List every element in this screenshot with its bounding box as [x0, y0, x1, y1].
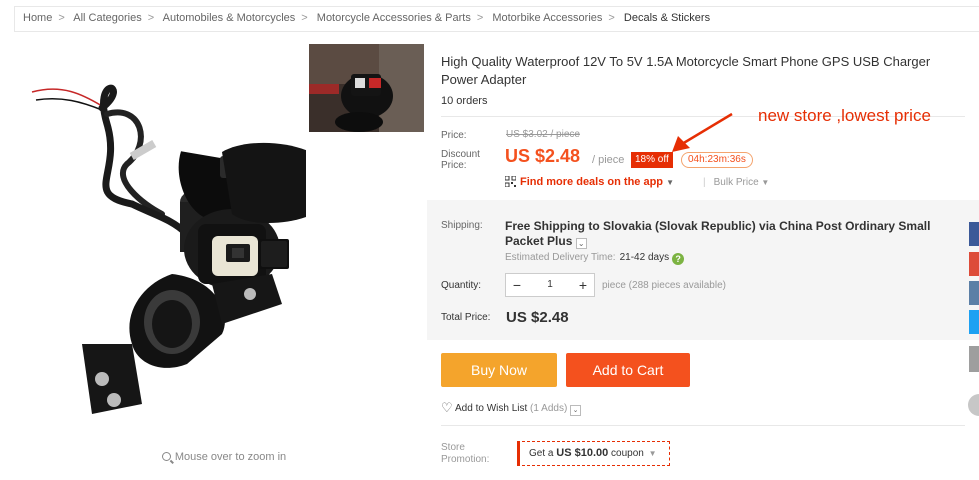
thumbnail-image[interactable] [309, 44, 424, 132]
scroll-top-icon[interactable] [968, 394, 979, 416]
discount-price-label-2: Price: [441, 160, 467, 171]
quantity-input[interactable]: 1 [528, 274, 572, 296]
divider [441, 425, 965, 426]
price-label: Price: [441, 130, 467, 141]
zoom-hint: Mouse over to zoom in [22, 451, 426, 463]
chevron-down-icon[interactable]: ⌄ [575, 238, 587, 249]
total-price: US $2.48 [506, 309, 569, 326]
breadcrumb-all-categories[interactable]: All Categories [73, 12, 141, 24]
breadcrumb-current: Decals & Stickers [623, 12, 711, 24]
twitter-share-icon[interactable] [969, 310, 979, 334]
breadcrumb-motorbike-accessories[interactable]: Motorbike Accessories [492, 12, 602, 24]
breadcrumb-home[interactable]: Home [23, 12, 52, 24]
per-piece-unit: / piece [592, 154, 625, 166]
bulk-price-text: Bulk Price [713, 177, 759, 188]
coupon-suffix: coupon [611, 448, 644, 459]
vk-share-icon[interactable] [969, 281, 979, 305]
discount-badge: 18% off [631, 152, 673, 168]
breadcrumb-automobiles[interactable]: Automobiles & Motorcycles [163, 12, 296, 24]
breadcrumb-separator: > [58, 12, 65, 24]
app-deals-link[interactable]: Find more deals on the app ▼ [505, 176, 674, 188]
bulk-price[interactable]: | Bulk Price ▼ [703, 177, 769, 188]
est-delivery-days: 21-42 days [619, 252, 670, 263]
pipe-divider: | [703, 177, 706, 188]
breadcrumb-separator: > [476, 12, 484, 24]
zoom-hint-text: Mouse over to zoom in [174, 451, 287, 463]
googleplus-share-icon[interactable] [969, 252, 979, 276]
product-title: High Quality Waterproof 12V To 5V 1.5A M… [441, 54, 931, 87]
chevron-down-icon: ▼ [761, 178, 770, 187]
coupon-prefix: Get a [529, 448, 554, 459]
quantity-stepper: − 1 + [505, 273, 595, 297]
breadcrumb-separator: > [608, 12, 615, 24]
shipping-method[interactable]: Free Shipping to Slovakia (Slovak Republ… [505, 219, 965, 249]
magnifier-icon [161, 452, 171, 461]
chevron-down-icon: ▼ [666, 178, 675, 187]
est-delivery-label: Estimated Delivery Time: [505, 252, 616, 263]
chevron-down-icon[interactable]: ⌄ [570, 405, 582, 416]
facebook-share-icon[interactable] [969, 222, 979, 246]
wish-list-count: (1 Adds) [530, 403, 568, 414]
breadcrumb-motorcycle-accessories[interactable]: Motorcycle Accessories & Parts [317, 12, 471, 24]
breadcrumb-separator: > [301, 12, 308, 24]
coupon-amount: US $10.00 [556, 447, 609, 459]
annotation-text: new store ,lowest price [758, 106, 931, 125]
discount-price-label: Discount [441, 149, 480, 160]
shipping-label: Shipping: [441, 220, 483, 231]
more-share-icon[interactable] [969, 346, 979, 372]
shipping-method-text: Free Shipping to Slovakia (Slovak Republ… [505, 219, 931, 248]
quantity-label: Quantity: [441, 280, 482, 291]
quantity-increase-button[interactable]: + [572, 274, 594, 296]
store-coupon-dropdown[interactable]: Get a US $10.00 coupon ▼ [517, 441, 670, 466]
order-count: 10 orders [441, 95, 488, 107]
quantity-available: piece (288 pieces available) [602, 280, 726, 291]
discount-price: US $2.48 [505, 146, 581, 166]
wish-list-text: Add to Wish List [455, 403, 528, 414]
breadcrumb: Home > All Categories > Automobiles & Moto… [0, 0, 979, 36]
main-product-image[interactable] [22, 44, 306, 434]
annotation-arrow [672, 112, 733, 152]
question-icon[interactable]: ? [672, 253, 685, 265]
store-promotion-label-2: Promotion: [441, 454, 490, 465]
add-to-cart-button[interactable]: Add to Cart [566, 353, 690, 387]
store-promotion-label: Store [441, 442, 465, 453]
wish-list-link[interactable]: ♡ Add to Wish List (1 Adds) ⌄ [441, 400, 582, 416]
breadcrumb-separator: > [147, 12, 155, 24]
chevron-down-icon: ▼ [648, 449, 657, 458]
estimated-delivery: Estimated Delivery Time: 21-42 days? [505, 252, 685, 265]
qr-code-icon [505, 176, 516, 187]
buy-now-button[interactable]: Buy Now [441, 353, 557, 387]
quantity-decrease-button[interactable]: − [506, 274, 528, 296]
original-price: US $3.02 / piece [506, 129, 580, 140]
heart-icon: ♡ [441, 400, 453, 415]
total-price-label: Total Price: [441, 312, 491, 323]
app-deals-text: Find more deals on the app [520, 176, 664, 188]
